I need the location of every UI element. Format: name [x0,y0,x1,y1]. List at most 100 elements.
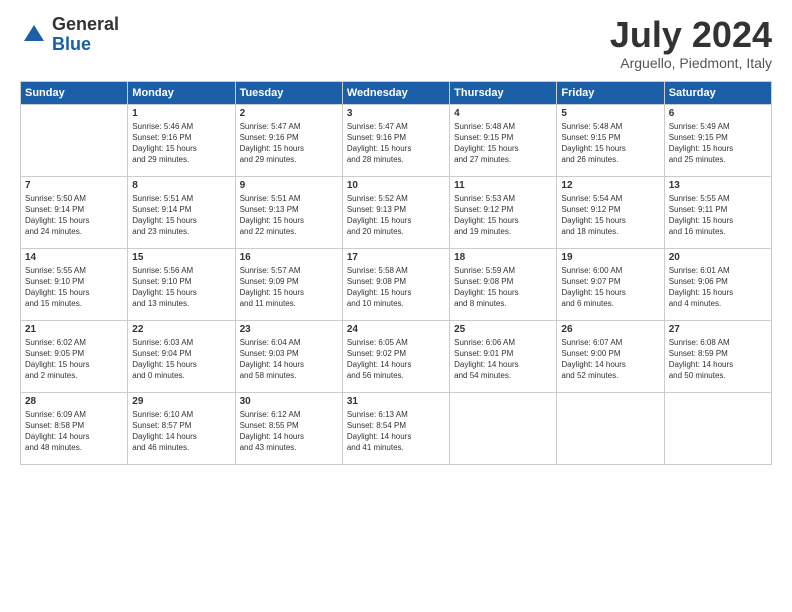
calendar-cell: 29Sunrise: 6:10 AMSunset: 8:57 PMDayligh… [128,392,235,464]
daylight-line2: and 0 minutes. [132,370,230,381]
sunrise-text: Sunrise: 5:51 AM [240,193,338,204]
calendar-week-1: 1Sunrise: 5:46 AMSunset: 9:16 PMDaylight… [21,104,772,176]
daylight-line1: Daylight: 14 hours [669,359,767,370]
sunrise-text: Sunrise: 5:47 AM [240,121,338,132]
daylight-line1: Daylight: 15 hours [240,287,338,298]
sunset-text: Sunset: 8:59 PM [669,348,767,359]
sunset-text: Sunset: 9:11 PM [669,204,767,215]
day-number: 3 [347,108,445,119]
day-info: Sunrise: 5:48 AMSunset: 9:15 PMDaylight:… [454,121,552,166]
daylight-line2: and 29 minutes. [240,154,338,165]
calendar-cell: 23Sunrise: 6:04 AMSunset: 9:03 PMDayligh… [235,320,342,392]
sunrise-text: Sunrise: 5:59 AM [454,265,552,276]
day-number: 23 [240,324,338,335]
logo-text: General Blue [52,15,119,55]
logo-icon [20,21,48,49]
daylight-line1: Daylight: 15 hours [454,287,552,298]
daylight-line1: Daylight: 15 hours [132,359,230,370]
daylight-line1: Daylight: 15 hours [132,215,230,226]
day-number: 22 [132,324,230,335]
day-info: Sunrise: 5:51 AMSunset: 9:13 PMDaylight:… [240,193,338,238]
day-number: 6 [669,108,767,119]
daylight-line1: Daylight: 14 hours [347,431,445,442]
calendar-cell: 17Sunrise: 5:58 AMSunset: 9:08 PMDayligh… [342,248,449,320]
daylight-line2: and 8 minutes. [454,298,552,309]
daylight-line1: Daylight: 14 hours [454,359,552,370]
sunset-text: Sunset: 9:16 PM [347,132,445,143]
sunrise-text: Sunrise: 5:53 AM [454,193,552,204]
daylight-line2: and 16 minutes. [669,226,767,237]
daylight-line2: and 24 minutes. [25,226,123,237]
day-number: 30 [240,396,338,407]
day-number: 15 [132,252,230,263]
sunrise-text: Sunrise: 6:06 AM [454,337,552,348]
sunrise-text: Sunrise: 6:08 AM [669,337,767,348]
day-number: 19 [561,252,659,263]
day-number: 8 [132,180,230,191]
daylight-line1: Daylight: 15 hours [454,215,552,226]
daylight-line2: and 23 minutes. [132,226,230,237]
calendar-cell [21,104,128,176]
header-tuesday: Tuesday [235,81,342,104]
daylight-line1: Daylight: 15 hours [347,287,445,298]
daylight-line1: Daylight: 15 hours [132,143,230,154]
daylight-line2: and 22 minutes. [240,226,338,237]
daylight-line1: Daylight: 15 hours [454,143,552,154]
day-number: 2 [240,108,338,119]
header-row: Sunday Monday Tuesday Wednesday Thursday… [21,81,772,104]
daylight-line2: and 15 minutes. [25,298,123,309]
daylight-line2: and 4 minutes. [669,298,767,309]
daylight-line1: Daylight: 14 hours [240,431,338,442]
day-info: Sunrise: 5:59 AMSunset: 9:08 PMDaylight:… [454,265,552,310]
calendar-cell: 9Sunrise: 5:51 AMSunset: 9:13 PMDaylight… [235,176,342,248]
day-info: Sunrise: 5:47 AMSunset: 9:16 PMDaylight:… [347,121,445,166]
sunset-text: Sunset: 9:10 PM [132,276,230,287]
calendar-header: Sunday Monday Tuesday Wednesday Thursday… [21,81,772,104]
day-info: Sunrise: 6:06 AMSunset: 9:01 PMDaylight:… [454,337,552,382]
sunset-text: Sunset: 9:05 PM [25,348,123,359]
day-info: Sunrise: 5:46 AMSunset: 9:16 PMDaylight:… [132,121,230,166]
daylight-line1: Daylight: 15 hours [132,287,230,298]
calendar-cell [450,392,557,464]
day-number: 21 [25,324,123,335]
sunset-text: Sunset: 9:03 PM [240,348,338,359]
day-info: Sunrise: 5:47 AMSunset: 9:16 PMDaylight:… [240,121,338,166]
daylight-line2: and 50 minutes. [669,370,767,381]
daylight-line2: and 28 minutes. [347,154,445,165]
calendar-cell: 21Sunrise: 6:02 AMSunset: 9:05 PMDayligh… [21,320,128,392]
day-info: Sunrise: 5:50 AMSunset: 9:14 PMDaylight:… [25,193,123,238]
daylight-line2: and 25 minutes. [669,154,767,165]
day-number: 14 [25,252,123,263]
sunset-text: Sunset: 9:15 PM [454,132,552,143]
day-number: 26 [561,324,659,335]
daylight-line2: and 46 minutes. [132,442,230,453]
sunset-text: Sunset: 9:16 PM [240,132,338,143]
day-number: 10 [347,180,445,191]
sunset-text: Sunset: 9:14 PM [25,204,123,215]
sunset-text: Sunset: 9:01 PM [454,348,552,359]
day-number: 28 [25,396,123,407]
day-info: Sunrise: 5:55 AMSunset: 9:10 PMDaylight:… [25,265,123,310]
sunrise-text: Sunrise: 5:56 AM [132,265,230,276]
page: General Blue July 2024 Arguello, Piedmon… [0,0,792,612]
day-info: Sunrise: 6:10 AMSunset: 8:57 PMDaylight:… [132,409,230,454]
calendar-cell: 12Sunrise: 5:54 AMSunset: 9:12 PMDayligh… [557,176,664,248]
daylight-line2: and 26 minutes. [561,154,659,165]
calendar-cell: 15 Sunrise: 5:56 AMSunset: 9:10 PMDayligh… [128,248,235,320]
header-thursday: Thursday [450,81,557,104]
calendar-cell: 22Sunrise: 6:03 AMSunset: 9:04 PMDayligh… [128,320,235,392]
sunrise-text: Sunrise: 6:10 AM [132,409,230,420]
day-number: 31 [347,396,445,407]
day-info: Sunrise: 6:09 AMSunset: 8:58 PMDaylight:… [25,409,123,454]
sunrise-text: Sunrise: 6:09 AM [25,409,123,420]
calendar-cell: 14 Sunrise: 5:55 AMSunset: 9:10 PMDayligh… [21,248,128,320]
sunrise-text: Sunrise: 5:51 AM [132,193,230,204]
daylight-line1: Daylight: 15 hours [25,215,123,226]
daylight-line2: and 58 minutes. [240,370,338,381]
sunrise-text: Sunrise: 6:03 AM [132,337,230,348]
sunset-text: Sunset: 9:13 PM [347,204,445,215]
day-number: 12 [561,180,659,191]
calendar-table: Sunday Monday Tuesday Wednesday Thursday… [20,81,772,465]
day-info: Sunrise: 6:08 AMSunset: 8:59 PMDaylight:… [669,337,767,382]
calendar-week-4: 21Sunrise: 6:02 AMSunset: 9:05 PMDayligh… [21,320,772,392]
